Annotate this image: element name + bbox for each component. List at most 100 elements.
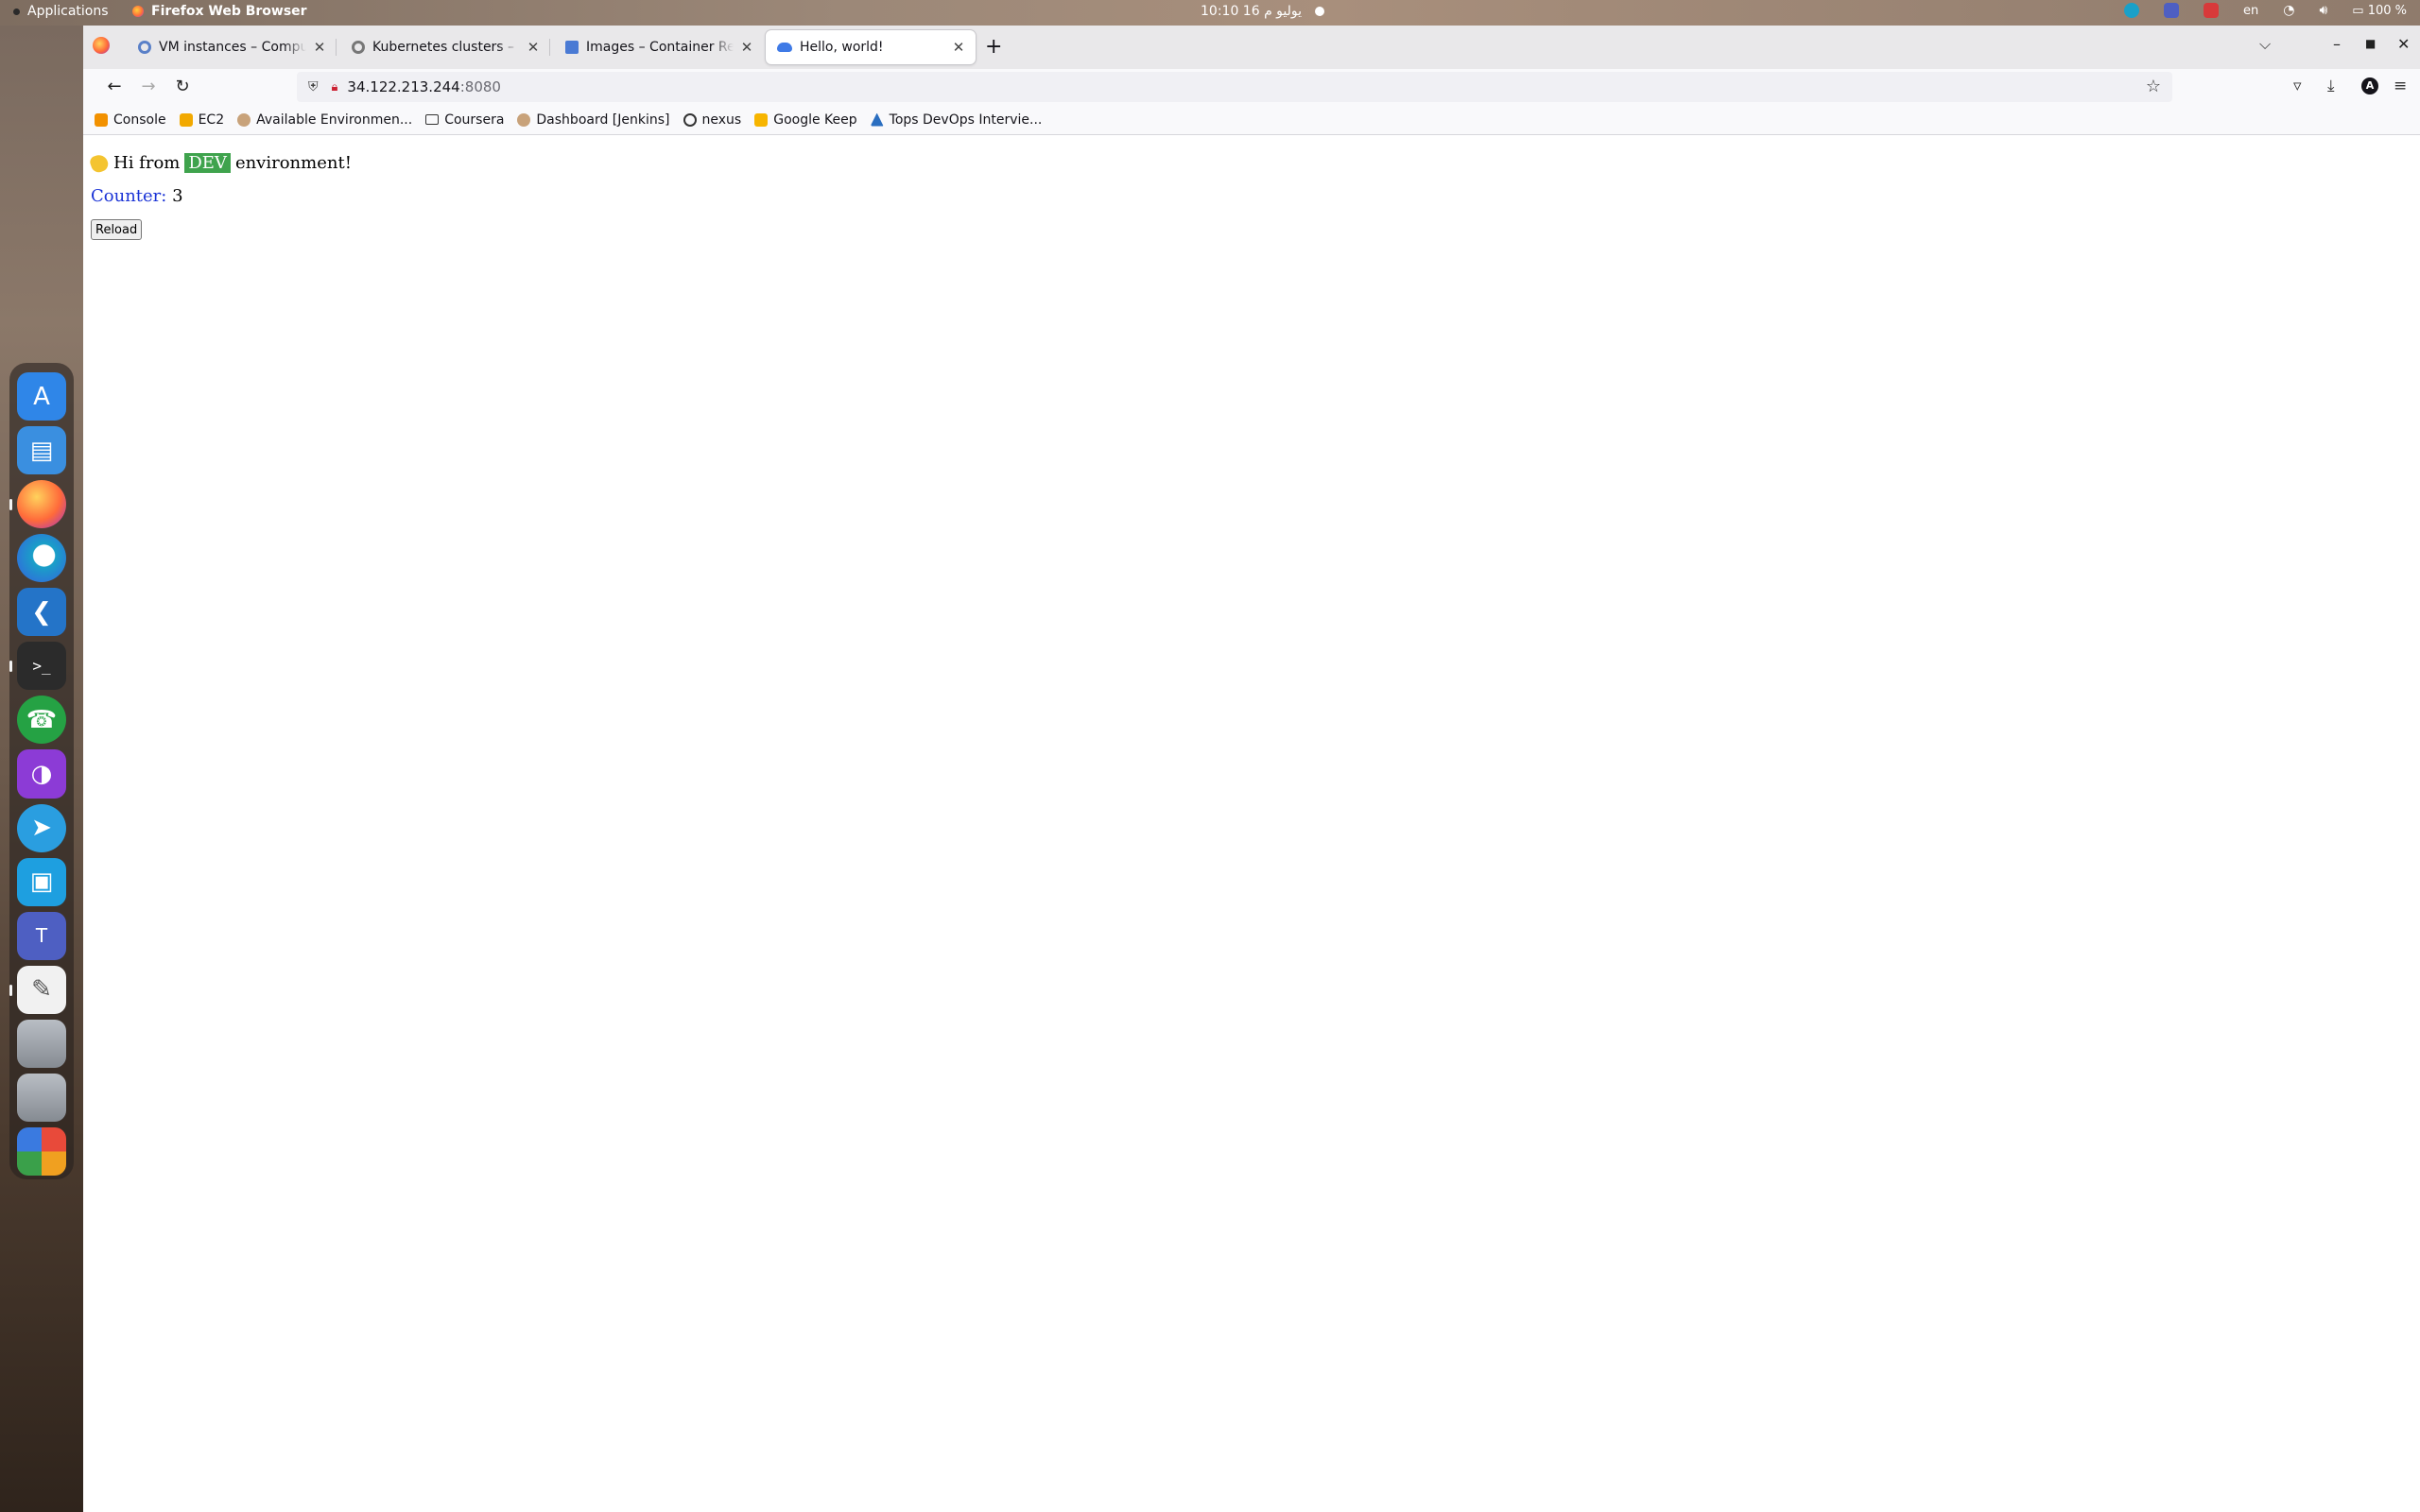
- keep-icon: [754, 112, 769, 127]
- bookmark-label: Google Keep: [773, 112, 857, 128]
- app-menu[interactable]: Firefox Web Browser: [132, 4, 307, 19]
- bookmark-label: nexus: [701, 112, 742, 128]
- bookmark-ec2[interactable]: EC2: [179, 112, 225, 128]
- whatsapp-icon[interactable]: ☎: [17, 696, 66, 745]
- dock: A ▤ ❮ >_ ☎ ◑ ➤ ▣ T ✎: [9, 363, 74, 1179]
- edge-tray-icon[interactable]: [2123, 3, 2139, 18]
- person-icon: [237, 112, 251, 127]
- text-editor-icon[interactable]: ✎: [9, 965, 66, 1014]
- slides-icon[interactable]: ▣: [17, 857, 66, 906]
- reload-button[interactable]: Reload: [91, 219, 143, 240]
- tab-strip: VM instances – Compute Engine ✕ Kubernet…: [83, 26, 2420, 69]
- counter-line: Counter: 3: [91, 186, 183, 206]
- address-bar[interactable]: ⛨ 🔒︎ 34.122.213.244:8080 ☆: [297, 72, 2172, 102]
- account-avatar[interactable]: A: [2361, 77, 2378, 94]
- battery-label: 100 %: [2367, 3, 2407, 18]
- firefox-icon[interactable]: [9, 480, 66, 529]
- hamburger-menu-icon[interactable]: ≡: [2394, 77, 2407, 95]
- tab-title: VM instances – Compute Engine: [159, 40, 306, 55]
- close-window-button[interactable]: ✕: [2397, 35, 2410, 53]
- greeting-suffix: environment!: [234, 153, 352, 173]
- insecure-lock-icon[interactable]: 🔒︎: [332, 80, 338, 94]
- system-top-bar: Applications Firefox Web Browser 10:10 1…: [0, 0, 2420, 26]
- url-host: 34.122.213.244: [347, 78, 460, 95]
- new-tab-button[interactable]: +: [985, 35, 1002, 59]
- cloud-icon: [777, 43, 792, 52]
- close-icon[interactable]: ✕: [951, 39, 966, 56]
- navigation-toolbar: ← → ↻ ⛨ 🔒︎ 34.122.213.244:8080 ☆ ▿ ⤓ A ≡: [83, 69, 2420, 105]
- tab-title: Kubernetes clusters – Kubernetes Engine: [372, 40, 520, 55]
- battery-indicator[interactable]: ▭ 100 %: [2352, 4, 2407, 18]
- tops-icon: [870, 112, 884, 127]
- greeting-line: Hi from DEV environment!: [88, 151, 352, 175]
- app-store-icon[interactable]: A: [17, 372, 66, 421]
- tab-vm-instances[interactable]: VM instances – Compute Engine ✕: [127, 30, 337, 64]
- teams-tray-icon[interactable]: [2163, 3, 2179, 18]
- disk-icon[interactable]: [17, 1019, 66, 1068]
- bookmark-label: Dashboard [Jenkins]: [536, 112, 670, 128]
- teams-icon[interactable]: T: [17, 911, 66, 960]
- activities-icon: [13, 8, 20, 15]
- bookmarks-toolbar: Console EC2 Available Environmen... Cour…: [83, 105, 2420, 135]
- bookmark-label: Available Environmen...: [256, 112, 413, 128]
- waving-hand-icon: [88, 151, 111, 175]
- activities-button[interactable]: Applications: [13, 4, 109, 19]
- clock[interactable]: 10:10 16 يوليو م: [1201, 4, 1325, 19]
- environment-badge: DEV: [184, 153, 231, 173]
- download-icon[interactable]: ⤓: [2327, 77, 2335, 95]
- apps-grid-icon[interactable]: [17, 1126, 66, 1176]
- url-port: :8080: [459, 78, 501, 95]
- forward-button[interactable]: →: [136, 75, 161, 99]
- browser-window: VM instances – Compute Engine ✕ Kubernet…: [83, 26, 2420, 1512]
- close-icon[interactable]: ✕: [526, 39, 541, 56]
- tab-kubernetes-clusters[interactable]: Kubernetes clusters – Kubernetes Engine …: [340, 30, 550, 64]
- wifi-icon: ◔: [2283, 3, 2295, 18]
- bookmark-google-keep[interactable]: Google Keep: [754, 112, 857, 128]
- gear-icon: [352, 41, 365, 54]
- close-icon[interactable]: ✕: [312, 39, 327, 56]
- firefox-icon: [132, 6, 144, 17]
- image-icon: [565, 41, 579, 54]
- pocket-icon[interactable]: ▿: [2293, 77, 2302, 95]
- chevron-down-icon[interactable]: ⌵: [2259, 35, 2271, 54]
- firefox-view-icon[interactable]: [93, 37, 110, 54]
- system-tray[interactable]: en ◔ 🔊︎ ▭ 100 %: [2123, 3, 2407, 18]
- ec2-icon: [179, 112, 193, 127]
- minimize-button[interactable]: –: [2333, 35, 2341, 53]
- page-content: Hi from DEV environment! Counter: 3 Relo…: [83, 136, 2420, 1512]
- bookmark-tops-devops[interactable]: Tops DevOps Intervie...: [870, 112, 1043, 128]
- bookmark-coursera[interactable]: Coursera: [425, 112, 504, 128]
- counter-label: Counter:: [91, 186, 167, 206]
- counter-value: 3: [172, 186, 183, 206]
- clock-label: 10:10 16 يوليو م: [1201, 4, 1303, 19]
- bookmark-nexus[interactable]: nexus: [683, 112, 742, 128]
- disk-icon[interactable]: [17, 1073, 66, 1122]
- podcast-icon[interactable]: ◑: [17, 749, 66, 799]
- vscode-icon[interactable]: ❮: [17, 588, 66, 637]
- activities-label: Applications: [27, 4, 109, 19]
- shield-icon[interactable]: ⛨: [308, 79, 319, 94]
- video-tray-icon[interactable]: [2203, 3, 2219, 18]
- files-icon[interactable]: ▤: [17, 426, 66, 475]
- edge-icon[interactable]: [17, 534, 66, 583]
- person-icon: [517, 112, 531, 127]
- bookmark-star-icon[interactable]: ☆: [2146, 77, 2161, 96]
- tab-hello-world[interactable]: Hello, world! ✕: [766, 30, 976, 64]
- gear-icon: [138, 41, 151, 54]
- bookmark-label: EC2: [198, 112, 225, 128]
- reload-page-button[interactable]: ↻: [170, 75, 195, 99]
- greeting-prefix: Hi from: [113, 153, 181, 173]
- tab-container-registry[interactable]: Images – Container Registry ✕: [554, 30, 764, 64]
- bookmark-label: Tops DevOps Intervie...: [889, 112, 1043, 128]
- maximize-button[interactable]: ■: [2365, 37, 2376, 50]
- close-icon[interactable]: ✕: [739, 39, 754, 56]
- terminal-icon[interactable]: >_: [9, 642, 66, 691]
- bookmark-jenkins[interactable]: Dashboard [Jenkins]: [517, 112, 670, 128]
- bookmark-console[interactable]: Console: [95, 112, 166, 128]
- telegram-icon[interactable]: ➤: [17, 803, 66, 852]
- language-indicator[interactable]: en: [2243, 4, 2258, 18]
- volume-icon: 🔊︎: [2319, 3, 2328, 18]
- back-button[interactable]: ←: [102, 75, 127, 99]
- app-name-label: Firefox Web Browser: [151, 4, 307, 19]
- bookmark-available-environments[interactable]: Available Environmen...: [237, 112, 412, 128]
